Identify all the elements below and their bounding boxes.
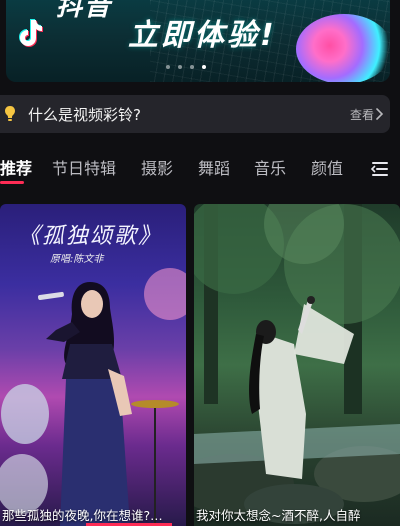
card-caption: 我对你太想念~酒不醉,人自醉	[196, 508, 361, 523]
video-ringtone-info-bar[interactable]: 什么是视频彩铃? 查看	[0, 95, 390, 133]
tiktok-logo-icon	[19, 19, 43, 47]
active-tab-indicator	[0, 181, 24, 184]
lightbulb-icon	[2, 104, 18, 124]
video-card-left[interactable]: 《孤独颂歌》 原唱:陈文非 那些孤独的夜晚,你在想谁?…	[0, 204, 186, 526]
tab-dance[interactable]: 舞蹈	[198, 155, 230, 179]
chevron-right-icon[interactable]	[374, 107, 384, 121]
singer-illustration	[0, 268, 186, 526]
banner-headline: 立即体验!	[128, 18, 277, 53]
tab-photography[interactable]: 摄影	[141, 155, 173, 179]
menu-icon[interactable]	[370, 160, 390, 178]
promo-banner[interactable]: 抖音 立即体验!	[6, 0, 390, 82]
carousel-dot[interactable]	[190, 65, 194, 69]
tab-holiday-special[interactable]: 节日特辑	[52, 155, 116, 179]
banner-headline-top: 抖音	[56, 0, 113, 22]
tab-beauty[interactable]: 颜值	[311, 155, 343, 179]
tab-music[interactable]: 音乐	[254, 155, 286, 179]
carousel-dots[interactable]	[166, 65, 206, 69]
video-card-right[interactable]: 我对你太想念~酒不醉,人自醉	[194, 204, 400, 526]
tab-recommend[interactable]: 推荐	[0, 155, 32, 179]
carousel-dot-active[interactable]	[202, 65, 206, 69]
view-more-link[interactable]: 查看	[350, 106, 374, 123]
card-caption: 那些孤独的夜晚,你在想谁?…	[2, 508, 163, 523]
info-question-text: 什么是视频彩铃?	[28, 105, 141, 124]
banner-orb-decoration	[296, 14, 390, 82]
category-tabs: 推荐 节日特辑 摄影 舞蹈 音乐 颜值	[0, 155, 400, 187]
forest-dancer-illustration	[194, 204, 400, 524]
carousel-dot[interactable]	[166, 65, 170, 69]
carousel-dot[interactable]	[178, 65, 182, 69]
